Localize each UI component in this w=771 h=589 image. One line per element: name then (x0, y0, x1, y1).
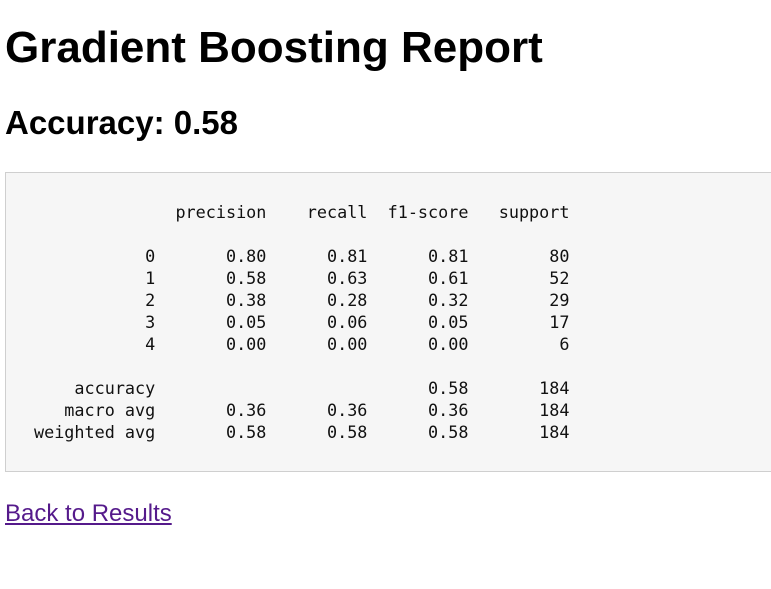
accuracy-heading: Accuracy: 0.58 (5, 104, 238, 141)
page-title: Gradient Boosting Report (5, 23, 543, 72)
back-to-results-link[interactable]: Back to Results (5, 500, 172, 528)
classification-report: precision recall f1-score support 0 0.80… (5, 172, 771, 472)
